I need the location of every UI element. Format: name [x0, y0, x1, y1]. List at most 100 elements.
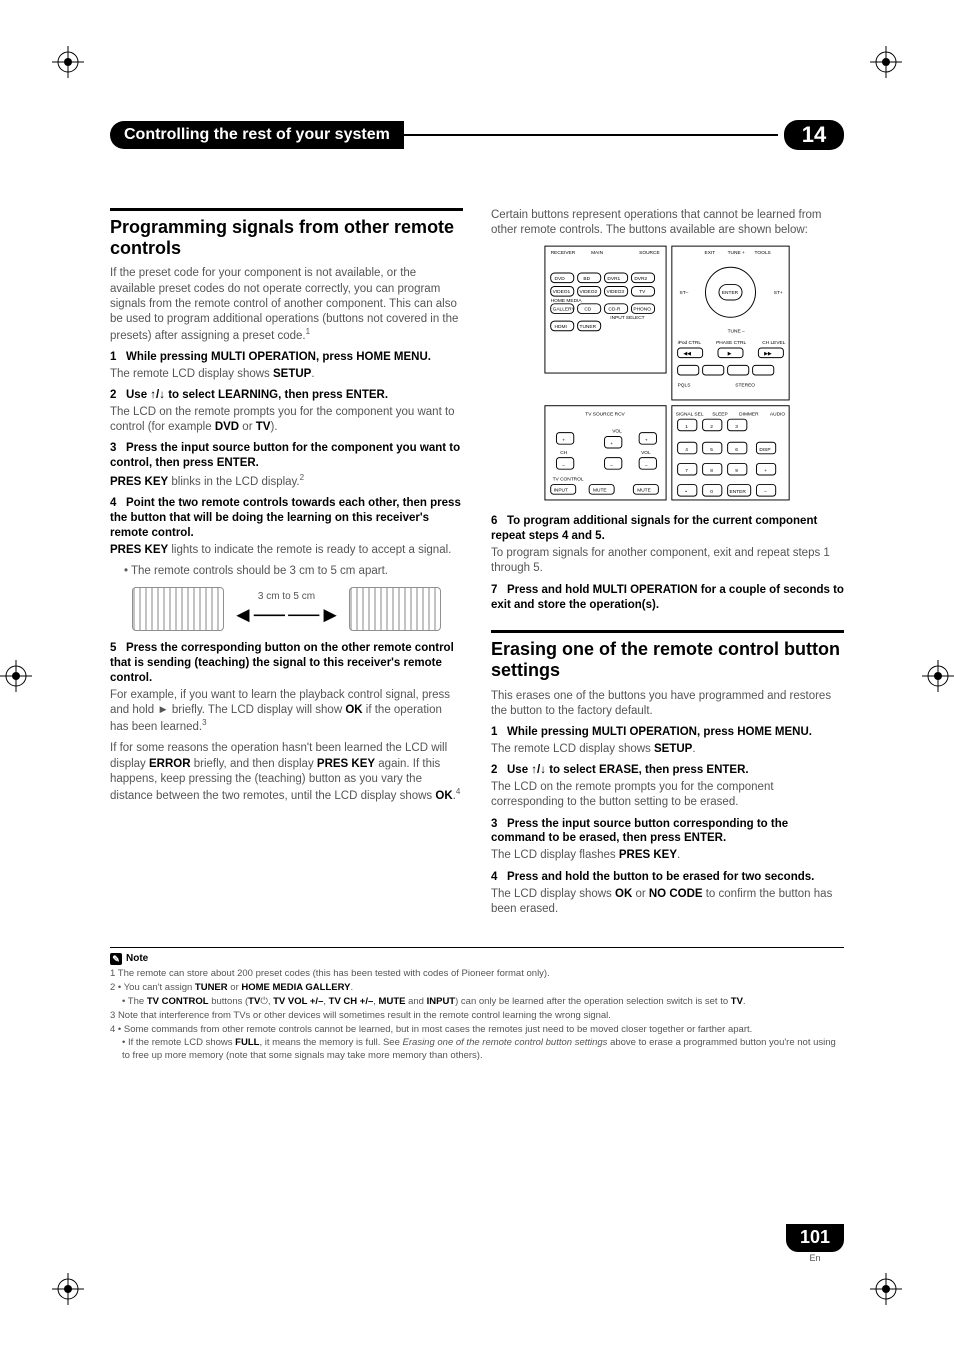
remote-b-icon [349, 587, 441, 631]
step-3-result: PRES KEY blinks in the LCD display.2 [110, 473, 463, 490]
svg-text:TV: TV [639, 290, 646, 296]
right-column: Certain buttons represent operations tha… [491, 208, 844, 923]
erase-step-1: 1While pressing MULTI OPERATION, press H… [491, 725, 844, 740]
step-4: 4Point the two remote controls towards e… [110, 496, 463, 541]
erase-step-4: 4Press and hold the button to be erased … [491, 870, 844, 885]
svg-text:PQLS: PQLS [677, 383, 690, 389]
step-5-error: If for some reasons the operation hasn't… [110, 741, 463, 804]
erase-step-3: 3Press the input source button correspon… [491, 817, 844, 847]
svg-text:HOME MEDIA: HOME MEDIA [550, 298, 582, 304]
svg-text:–: – [610, 464, 613, 469]
note-heading-text: Note [126, 952, 148, 966]
footnote-ref-2: 2 [300, 473, 304, 482]
svg-text:HDMI: HDMI [554, 324, 566, 330]
svg-text:STEREO: STEREO [735, 383, 755, 389]
svg-text:2: 2 [710, 424, 713, 430]
header-rule [404, 134, 778, 136]
svg-text:PHONO: PHONO [633, 307, 651, 313]
step-4-text: Point the two remote controls towards ea… [110, 497, 461, 539]
erase-step-4-text: Press and hold the button to be erased f… [507, 871, 814, 883]
step-6: 6To program additional signals for the c… [491, 514, 844, 544]
svg-text:BD: BD [583, 276, 590, 282]
svg-text:TV SOURCE RCV: TV SOURCE RCV [585, 412, 625, 418]
svg-text:8: 8 [710, 468, 713, 474]
svg-text:TUNE +: TUNE + [727, 250, 744, 256]
step-3-text: Press the input source button for the co… [110, 442, 460, 469]
up-down-arrow-icon: ↑/↓ [150, 389, 165, 401]
svg-text:VIDEO2: VIDEO2 [579, 290, 597, 296]
section-title-erasing: Erasing one of the remote control button… [491, 639, 844, 680]
registration-mark-icon [0, 660, 32, 692]
svg-text:CD: CD [584, 307, 591, 313]
erase-step-1-text: While pressing MULTI OPERATION, press HO… [507, 726, 812, 738]
erase-step-2: 2Use ↑/↓ to select ERASE, then press ENT… [491, 763, 844, 778]
svg-text:INPUT SELECT: INPUT SELECT [610, 316, 644, 322]
svg-text:VOL: VOL [612, 429, 622, 435]
svg-text:ENTER: ENTER [729, 490, 746, 496]
play-icon: ► [157, 704, 168, 716]
step-6-text: To program additional signals for the cu… [491, 515, 817, 542]
remote-a-icon [132, 587, 224, 631]
svg-text:ST–: ST– [679, 291, 688, 297]
step-5-result: For example, if you want to learn the pl… [110, 688, 463, 735]
step-6-result: To program signals for another component… [491, 546, 844, 576]
footnote-3: 3 Note that interference from TVs or oth… [110, 1010, 844, 1023]
distance-label: 3 cm to 5 cm [258, 591, 315, 602]
svg-text:TUNE –: TUNE – [727, 329, 744, 335]
page-number-value: 101 [786, 1224, 844, 1252]
footnote-2a: 2 • You can't assign TUNER or HOME MEDIA… [110, 982, 844, 995]
chapter-number-badge: 14 [784, 120, 844, 150]
svg-text:7: 7 [685, 468, 688, 474]
svg-text:+: + [610, 442, 613, 447]
bullet-distance: The remote controls should be 3 cm to 5 … [124, 564, 463, 579]
erase-step-3-text: Press the input source button correspond… [491, 818, 788, 845]
registration-mark-icon [870, 46, 902, 78]
svg-text:5: 5 [710, 447, 713, 453]
intro-text: If the preset code for your component is… [110, 267, 458, 342]
svg-text:MUTE: MUTE [637, 488, 651, 494]
section-title-programming: Programming signals from other remote co… [110, 217, 463, 258]
svg-text:TUNER: TUNER [579, 324, 596, 330]
footnote-2b: • The TV CONTROL buttons (TV⏻, TV VOL +/… [122, 996, 844, 1009]
footnote-1: 1 The remote can store about 200 preset … [110, 968, 844, 981]
svg-text:RECEIVER: RECEIVER [550, 250, 575, 256]
svg-text:VOL: VOL [641, 450, 651, 456]
svg-text:SOURCE: SOURCE [639, 250, 660, 256]
footnote-4a: 4 • Some commands from other remote cont… [110, 1024, 844, 1037]
svg-text:DVR2: DVR2 [634, 276, 647, 282]
left-column: Programming signals from other remote co… [110, 208, 463, 923]
section-rule [110, 208, 463, 211]
registration-mark-icon [922, 660, 954, 692]
svg-text:VIDEO1: VIDEO1 [552, 290, 570, 296]
svg-text:+: + [562, 439, 565, 444]
svg-text:+: + [644, 439, 647, 444]
svg-text:◀◀: ◀◀ [683, 351, 691, 357]
svg-text:–: – [764, 491, 767, 496]
svg-text:CH: CH [560, 450, 567, 456]
svg-text:ENTER: ENTER [721, 291, 738, 297]
svg-text:AUDIO: AUDIO [769, 412, 784, 418]
svg-text:1: 1 [685, 424, 688, 430]
svg-text:VIDEO3: VIDEO3 [606, 290, 624, 296]
erase-intro: This erases one of the buttons you have … [491, 689, 844, 719]
svg-text:▶: ▶ [727, 351, 731, 357]
arrow-right-icon: ──► [288, 602, 341, 627]
svg-text:CD-R: CD-R [608, 307, 621, 313]
svg-text:▶▶: ▶▶ [764, 351, 772, 357]
page-language: En [786, 1253, 844, 1263]
svg-text:4: 4 [685, 447, 688, 453]
svg-text:+: + [764, 469, 767, 474]
erase-step-4-result: The LCD display shows OK or NO CODE to c… [491, 887, 844, 917]
svg-text:ST+: ST+ [773, 291, 782, 297]
svg-text:DVR1: DVR1 [607, 276, 620, 282]
step-1-result: The remote LCD display shows SETUP. [110, 367, 463, 382]
svg-text:iPod CTRL: iPod CTRL [677, 341, 701, 347]
svg-text:GALLERY: GALLERY [552, 307, 575, 313]
step-2-result: The LCD on the remote prompts you for th… [110, 405, 463, 435]
footnote-4b: • If the remote LCD shows FULL, it means… [122, 1037, 844, 1063]
footnote-ref-4: 4 [456, 787, 460, 796]
intro-paragraph: If the preset code for your component is… [110, 266, 463, 344]
step-1-text: While pressing MULTI OPERATION, press HO… [126, 351, 431, 363]
up-down-arrow-icon: ↑/↓ [531, 764, 546, 776]
arrow-left-icon: ◄── [232, 602, 285, 627]
